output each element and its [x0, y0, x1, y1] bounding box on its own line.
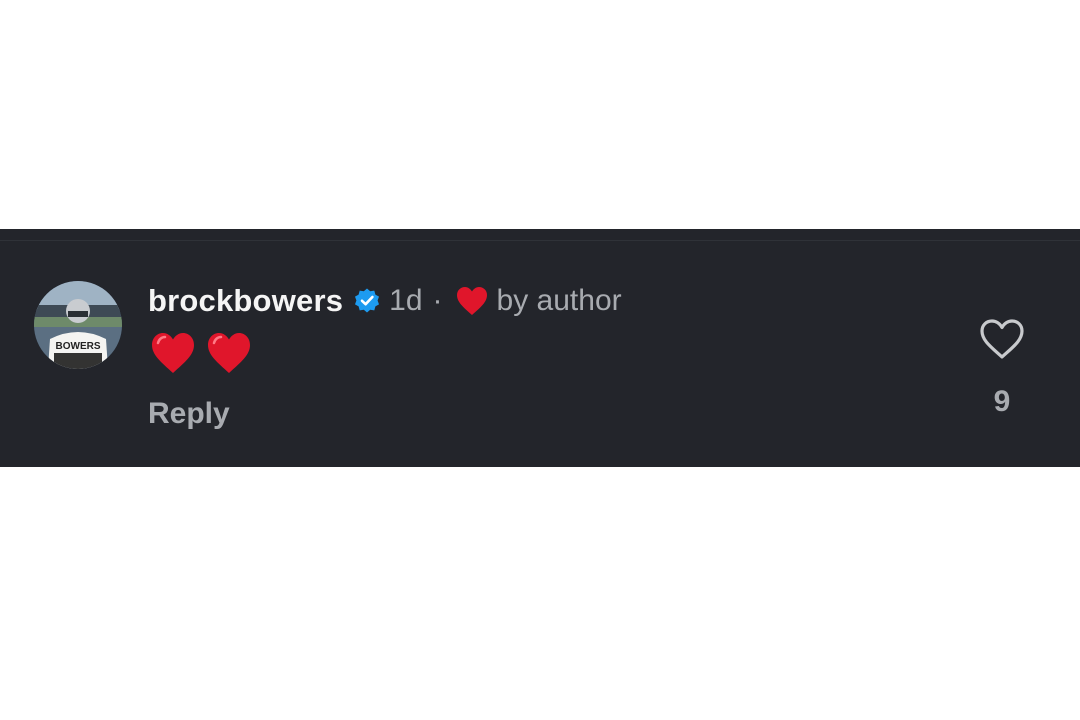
page: BOWERS brockbowers 1d · by author Reply …	[0, 0, 1080, 720]
heart-outline-icon	[980, 319, 1024, 359]
heart-emoji	[152, 333, 194, 373]
like-button[interactable]	[978, 317, 1026, 361]
heart-icon	[455, 285, 489, 317]
comment-meta: brockbowers 1d · by author	[148, 279, 622, 323]
divider	[0, 240, 1080, 241]
comment-timestamp: 1d	[389, 284, 423, 317]
comment-body	[150, 331, 252, 375]
heart-emoji	[208, 333, 250, 373]
like-count: 9	[993, 385, 1011, 418]
avatar[interactable]: BOWERS	[34, 281, 122, 369]
reply-button[interactable]: Reply	[148, 397, 230, 431]
avatar-jersey-text: BOWERS	[56, 341, 101, 352]
liked-by-author-label: by author	[496, 284, 622, 317]
username[interactable]: brockbowers	[148, 283, 343, 319]
comment-panel: BOWERS brockbowers 1d · by author Reply …	[0, 229, 1080, 467]
separator-dot: ·	[432, 284, 443, 317]
verified-badge-icon	[353, 287, 381, 315]
avatar-image: BOWERS	[34, 281, 122, 369]
